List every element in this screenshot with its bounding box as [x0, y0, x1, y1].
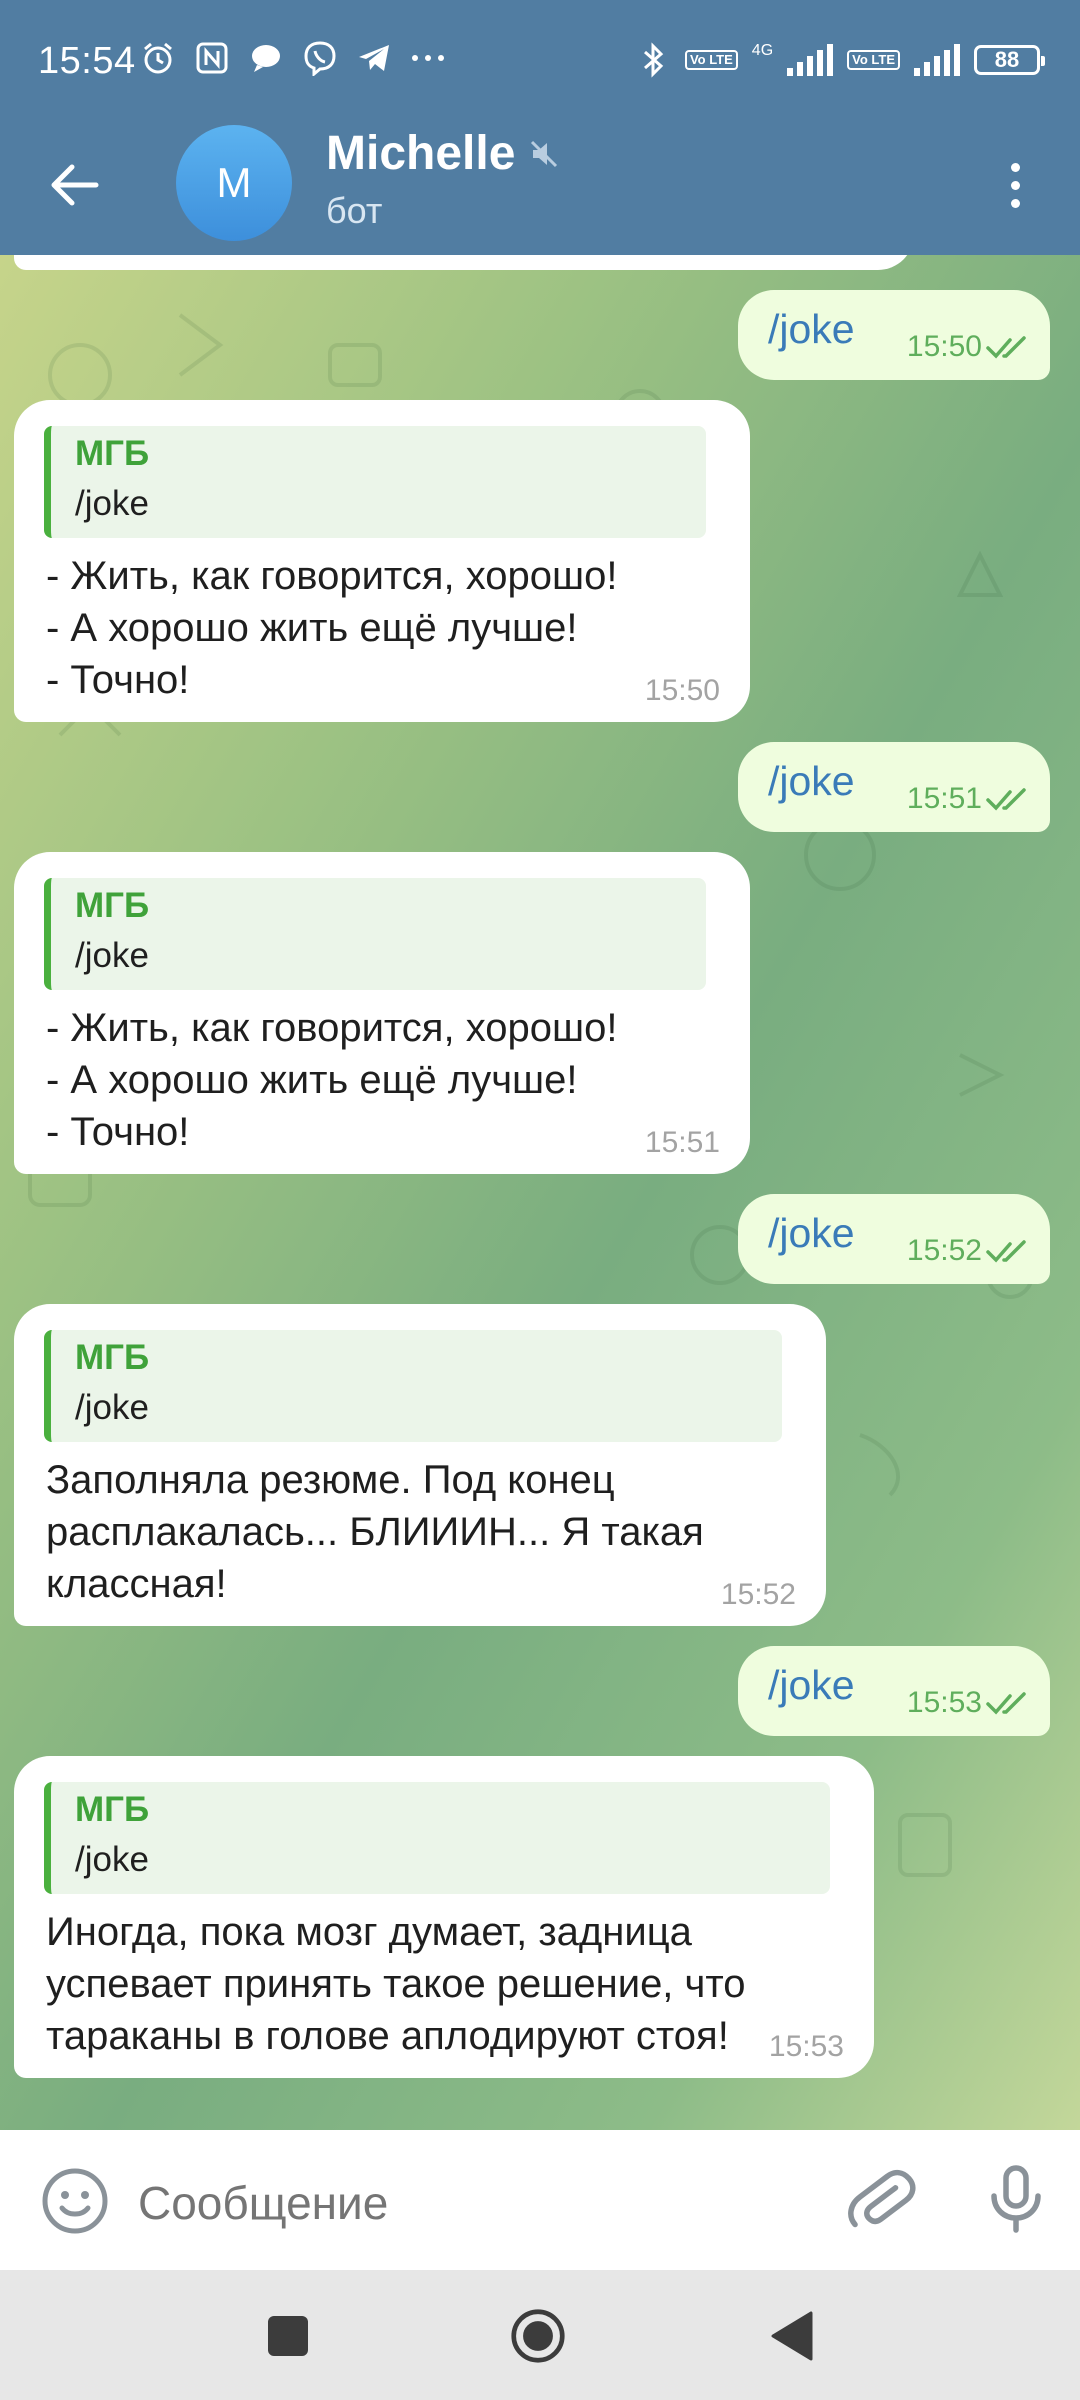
status-bar: 15:54 Vo LTE 4G Vo LTE 88 [0, 0, 1080, 120]
paperclip-icon[interactable] [846, 2162, 918, 2234]
chat-subtitle: бот [326, 190, 383, 231]
outgoing-message[interactable]: /joke 15:51 [738, 742, 1050, 832]
message-time: 15:52 [720, 1578, 796, 1611]
back-nav-button[interactable] [764, 2308, 820, 2364]
volte-badge-2: Vo LTE [847, 50, 900, 70]
more-dots-icon [410, 40, 446, 76]
nfc-icon [194, 40, 230, 76]
double-check-icon [986, 1692, 1026, 1715]
menu-dot [1010, 180, 1020, 190]
telegram-icon [356, 40, 392, 76]
battery-icon: 88 [974, 45, 1045, 75]
outgoing-message[interactable]: /joke 15:52 [738, 1194, 1050, 1284]
reply-author: МГБ [75, 886, 150, 925]
message-time: 15:50 [644, 674, 720, 707]
avatar[interactable]: M [176, 125, 292, 241]
viber-icon [302, 40, 338, 76]
command-link[interactable]: /joke [768, 306, 855, 353]
double-check-icon [986, 788, 1026, 811]
menu-dot [1010, 198, 1020, 208]
signal-strength-icon-2 [914, 44, 960, 76]
message-time: 15:50 [906, 330, 982, 363]
message-composer [0, 2130, 1080, 2270]
network-type: 4G [751, 42, 774, 59]
alarm-icon [140, 40, 176, 76]
reply-author: МГБ [75, 1338, 150, 1377]
message-time: 15:52 [906, 1234, 982, 1267]
back-button[interactable] [40, 150, 110, 220]
microphone-icon[interactable] [980, 2162, 1052, 2234]
reply-text: /joke [75, 484, 149, 523]
reply-author: МГБ [75, 434, 150, 473]
system-icons: Vo LTE 4G Vo LTE 88 [635, 42, 1045, 78]
reply-text: /joke [75, 1388, 149, 1427]
signal-strength-icon [787, 44, 834, 76]
reply-quote[interactable]: МГБ /joke [44, 1330, 782, 1442]
circle-home-icon [511, 2309, 565, 2363]
message-text: - Жить, как говорится, хорошо! - А хорош… [46, 554, 618, 702]
chat-bubble-icon [248, 40, 284, 76]
avatar-letter: M [216, 159, 252, 206]
menu-dot [1010, 162, 1020, 172]
reply-quote[interactable]: МГБ /joke [44, 426, 706, 538]
home-button[interactable] [510, 2308, 566, 2364]
notification-icons [140, 40, 446, 76]
bluetooth-icon [635, 42, 671, 78]
reply-quote[interactable]: МГБ /joke [44, 1782, 830, 1894]
chat-title[interactable]: Michelle [326, 126, 559, 181]
message-time: 15:53 [768, 2030, 844, 2063]
message-time: 15:53 [906, 1686, 982, 1719]
muted-speaker-icon [531, 140, 558, 167]
message-text: - Жить, как говорится, хорошо! - А хорош… [46, 1006, 618, 1154]
command-link[interactable]: /joke [768, 1210, 855, 1257]
reply-quote[interactable]: МГБ /joke [44, 878, 706, 990]
incoming-bubble-partial[interactable] [14, 255, 914, 270]
chat-area[interactable]: /joke 15:50 МГБ /joke - Жить, как говори… [0, 255, 1080, 2130]
contact-name: Michelle [326, 127, 516, 180]
battery-level: 88 [994, 47, 1020, 72]
outgoing-message[interactable]: /joke 15:53 [738, 1646, 1050, 1736]
message-text: Иногда, пока мозг думает, задница успева… [46, 1910, 746, 2058]
message-text: Заполняла резюме. Под конец расплакалась… [46, 1458, 704, 1606]
command-link[interactable]: /joke [768, 1662, 855, 1709]
incoming-message[interactable]: МГБ /joke Заполняла резюме. Под конец ра… [14, 1304, 826, 1626]
double-check-icon [986, 336, 1026, 359]
command-link[interactable]: /joke [768, 758, 855, 805]
chat-header: M Michelle бот [0, 120, 1080, 255]
reply-text: /joke [75, 936, 149, 975]
arrow-left-icon [51, 164, 99, 206]
volte-badge: Vo LTE [684, 50, 738, 70]
emoji-icon[interactable] [40, 2166, 110, 2236]
reply-text: /joke [75, 1840, 149, 1879]
triangle-back-icon [771, 2311, 813, 2361]
double-check-icon [986, 1240, 1026, 1263]
system-navigation-bar [0, 2270, 1080, 2400]
square-icon [268, 2316, 308, 2356]
message-time: 15:51 [644, 1126, 720, 1159]
message-time: 15:51 [906, 782, 982, 815]
recents-button[interactable] [260, 2308, 316, 2364]
message-input[interactable] [138, 2176, 798, 2230]
outgoing-message[interactable]: /joke 15:50 [738, 290, 1050, 380]
incoming-message[interactable]: МГБ /joke Иногда, пока мозг думает, задн… [14, 1756, 874, 2078]
incoming-message[interactable]: МГБ /joke - Жить, как говорится, хорошо!… [14, 852, 750, 1174]
clock: 15:54 [38, 40, 136, 82]
more-menu-button[interactable] [980, 150, 1050, 220]
reply-author: МГБ [75, 1790, 150, 1829]
incoming-message[interactable]: МГБ /joke - Жить, как говорится, хорошо!… [14, 400, 750, 722]
